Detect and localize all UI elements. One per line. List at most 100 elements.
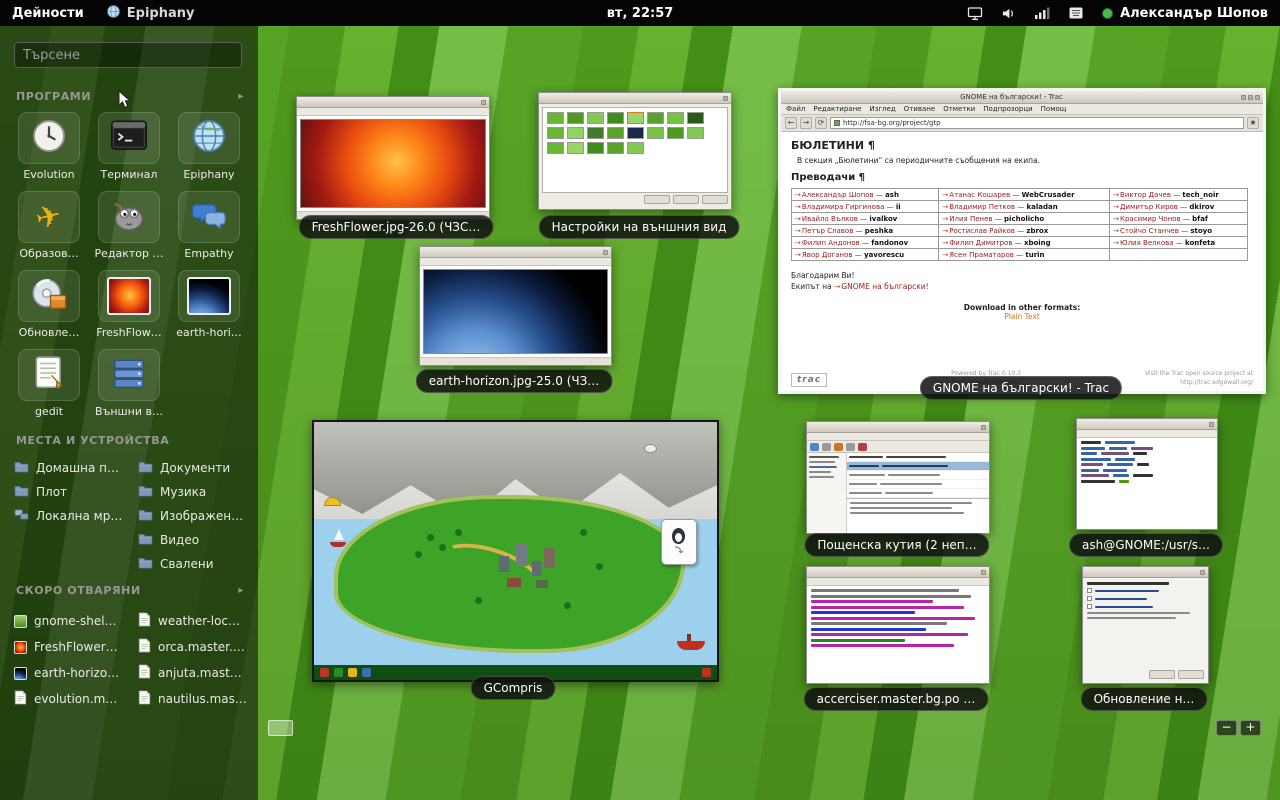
- place-label: Локална мр…: [36, 509, 122, 523]
- text-line: [809, 471, 831, 473]
- place-item-downloads[interactable]: Свалени: [138, 552, 254, 576]
- app-item-gedit[interactable]: gedit: [10, 349, 88, 418]
- app-item-terminal[interactable]: Терминал: [90, 112, 168, 181]
- text-line: [885, 492, 933, 494]
- app-item-epiphany[interactable]: Epiphany: [170, 112, 248, 181]
- remove-workspace-button[interactable]: −: [1216, 720, 1237, 736]
- visit-text: Visit the Trac open source project athtt…: [1145, 369, 1253, 387]
- terminal-line: [1081, 480, 1213, 483]
- app-item-empathy[interactable]: Empathy: [170, 191, 248, 260]
- display-icon[interactable]: [967, 6, 983, 21]
- window-trac-browser[interactable]: GNOME на български! - Trac Файл Редактир…: [778, 88, 1266, 394]
- search-input[interactable]: [14, 42, 242, 68]
- app-label: FreshFlow…: [91, 326, 167, 339]
- menu-edit: Редактиране: [813, 105, 861, 113]
- programs-expander-icon[interactable]: ▸: [238, 91, 244, 102]
- down-arrow-icon: [673, 546, 685, 556]
- translator-link: Петър Славов: [795, 227, 853, 235]
- recent-expander-icon[interactable]: ▸: [238, 585, 244, 596]
- network-signal-icon[interactable]: [1034, 6, 1050, 20]
- close-icon: [1209, 422, 1214, 427]
- place-item-desktop[interactable]: Плот: [14, 480, 130, 504]
- translator-link: Филип Димитров: [942, 239, 1012, 247]
- wallpaper-thumb: [647, 127, 664, 139]
- terminal-line: [1081, 441, 1213, 444]
- app-item-earth-horizon[interactable]: earth-hori…: [170, 270, 248, 339]
- window-software-update[interactable]: [1082, 566, 1209, 684]
- window-label-mail: Пощенска кутия (2 неп…: [804, 533, 989, 557]
- wallpaper-thumb: [687, 112, 704, 124]
- recent-item-earth-horizon[interactable]: earth-horizo…: [14, 660, 130, 686]
- menubar: [1077, 430, 1217, 438]
- text-line: [1081, 469, 1099, 472]
- activities-button[interactable]: Дейности: [0, 0, 96, 26]
- text-line: [1087, 612, 1190, 614]
- separator: —: [1017, 203, 1024, 211]
- text-line: [1113, 474, 1129, 477]
- videos-folder-icon: [138, 532, 153, 548]
- wallpaper-thumb: [647, 112, 664, 124]
- building: [536, 580, 548, 588]
- place-item-videos[interactable]: Видео: [138, 528, 254, 552]
- statusbar: [420, 357, 611, 365]
- translator-nick: picholicho: [1004, 215, 1044, 223]
- translator-link: Ростислав Райков: [942, 227, 1015, 235]
- place-item-documents[interactable]: Документи: [138, 456, 254, 480]
- place-item-network[interactable]: Локална мр…: [14, 504, 130, 528]
- recent-item-anjuta[interactable]: anjuta.mast…: [138, 660, 254, 686]
- app-item-external-drives[interactable]: Външни в…: [90, 349, 168, 418]
- place-item-home[interactable]: Домашна п…: [14, 456, 130, 480]
- window-label-earth: earth-horizon.jpg-25.0 (ЧЗ…: [416, 369, 613, 393]
- translator-nick: kaladan: [1027, 203, 1058, 211]
- appearance-content: [539, 104, 731, 209]
- place-label: Музика: [160, 485, 206, 499]
- terminal-line: [1081, 458, 1213, 461]
- documents-folder-icon: [138, 460, 153, 476]
- app-item-gimp[interactable]: Редактор …: [90, 191, 168, 260]
- place-item-music[interactable]: Музика: [138, 480, 254, 504]
- dialog-buttons: [1087, 670, 1204, 679]
- status-available-icon: [1102, 8, 1113, 19]
- translator-link: Явор Доганов: [795, 251, 853, 259]
- workspace-thumbnail[interactable]: [268, 720, 293, 736]
- menu-file: Файл: [786, 105, 805, 113]
- recent-column-1: gnome-shel… FreshFlower… earth-horizo… e…: [14, 608, 130, 712]
- recent-item-orca[interactable]: orca.master.…: [138, 634, 254, 660]
- window-earth-horizon[interactable]: [419, 246, 612, 366]
- app-item-software-update[interactable]: Обновле…: [10, 270, 88, 339]
- window-appearance[interactable]: [538, 92, 732, 210]
- bookmark-icon: ★: [1247, 117, 1259, 129]
- recent-item-freshflower[interactable]: FreshFlower…: [14, 634, 130, 660]
- app-tile: [178, 112, 240, 164]
- window-freshflower[interactable]: [296, 96, 490, 220]
- address-bar: http://fsa-bg.org/project/gtp: [830, 117, 1244, 129]
- earth-image-file-icon: [14, 667, 27, 680]
- window-po-editor[interactable]: [806, 566, 990, 684]
- preview-pane: [847, 498, 989, 524]
- add-workspace-button[interactable]: +: [1240, 720, 1261, 736]
- recent-item-nautilus[interactable]: nautilus.mas…: [138, 686, 254, 712]
- place-item-pictures[interactable]: Изображен…: [138, 504, 254, 528]
- app-menu[interactable]: Epiphany: [96, 4, 205, 23]
- window-gcompris[interactable]: [312, 420, 719, 682]
- place-label: Документи: [160, 461, 230, 475]
- recent-column-2: weather-loc… orca.master.… anjuta.mast… …: [138, 608, 254, 712]
- translator-link: Илия Пенев: [942, 215, 992, 223]
- recent-item-weather[interactable]: weather-loc…: [138, 608, 254, 634]
- visit-line-2: http://trac.edgewall.org/: [1180, 379, 1253, 386]
- app-item-gcompris[interactable]: ✈Образов…: [10, 191, 88, 260]
- window-mail[interactable]: [806, 421, 990, 534]
- user-menu[interactable]: Александър Шопов: [1102, 6, 1268, 21]
- input-method-icon[interactable]: [1068, 6, 1084, 20]
- text-line: [811, 633, 968, 636]
- window-terminal[interactable]: [1076, 418, 1218, 530]
- translator-cell: Стойчо Станчев — stoyo: [1110, 225, 1248, 237]
- volume-icon[interactable]: [1001, 6, 1016, 21]
- update-row: [1087, 596, 1204, 601]
- document-file-icon: [138, 612, 151, 630]
- clock[interactable]: вт, 22:57: [607, 6, 674, 21]
- recent-item-gnome-shell[interactable]: gnome-shel…: [14, 608, 130, 634]
- app-item-evolution[interactable]: Evolution: [10, 112, 88, 181]
- recent-item-evolution[interactable]: evolution.m…: [14, 686, 130, 712]
- app-item-freshflower[interactable]: FreshFlow…: [90, 270, 168, 339]
